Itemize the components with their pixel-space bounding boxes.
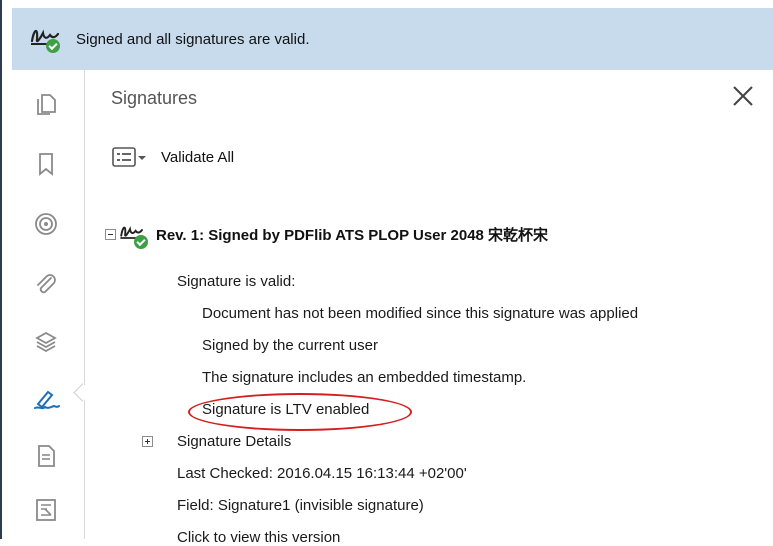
close-icon[interactable] <box>729 82 757 110</box>
signature-status-banner: Signed and all signatures are valid. <box>12 8 773 70</box>
signatures-panel: Signatures Validate All Rev. 1: Signed b… <box>85 70 773 546</box>
panel-title: Signatures <box>111 88 198 108</box>
chevron-down-icon[interactable] <box>137 146 147 168</box>
last-checked-text: Last Checked: 2016.04.15 16:13:44 +02'00… <box>177 465 467 482</box>
window-edge <box>0 0 2 539</box>
expand-toggle[interactable] <box>142 436 153 447</box>
stack-icon[interactable] <box>32 328 60 356</box>
options-menu-icon[interactable] <box>111 146 137 168</box>
detail-signed-by-current-user: Signed by the current user <box>202 337 378 354</box>
ltv-highlight-annotation <box>188 393 412 431</box>
view-version-link[interactable]: Click to view this version <box>177 529 340 546</box>
detail-embedded-timestamp: The signature includes an embedded times… <box>202 369 527 386</box>
bookmark-icon[interactable] <box>32 150 60 178</box>
signature-pen-icon[interactable] <box>32 384 60 412</box>
collapse-toggle[interactable] <box>105 228 116 240</box>
signature-revision-row[interactable]: Rev. 1: Signed by PDFlib ATS PLOP User 2… <box>105 218 548 250</box>
detail-not-modified: Document has not been modified since thi… <box>202 305 639 322</box>
revision-label: Rev. 1: Signed by PDFlib ATS PLOP User 2… <box>156 226 549 244</box>
banner-message: Signed and all signatures are valid. <box>76 30 310 48</box>
attachment-icon[interactable] <box>32 270 60 298</box>
signature-valid-icon <box>118 218 150 250</box>
signatures-toolbar: Validate All <box>111 146 234 168</box>
layers-target-icon[interactable] <box>32 210 60 238</box>
signature-details-link[interactable]: Signature Details <box>177 433 291 450</box>
document-icon[interactable] <box>32 442 60 470</box>
field-text: Field: Signature1 (invisible signature) <box>177 497 424 514</box>
navigation-tool-rail <box>12 70 84 539</box>
signature-valid-icon <box>28 19 68 59</box>
compare-icon[interactable] <box>32 496 60 524</box>
pages-icon[interactable] <box>32 90 60 118</box>
signature-status: Signature is valid: <box>177 273 296 290</box>
validate-all-button[interactable]: Validate All <box>161 149 234 166</box>
